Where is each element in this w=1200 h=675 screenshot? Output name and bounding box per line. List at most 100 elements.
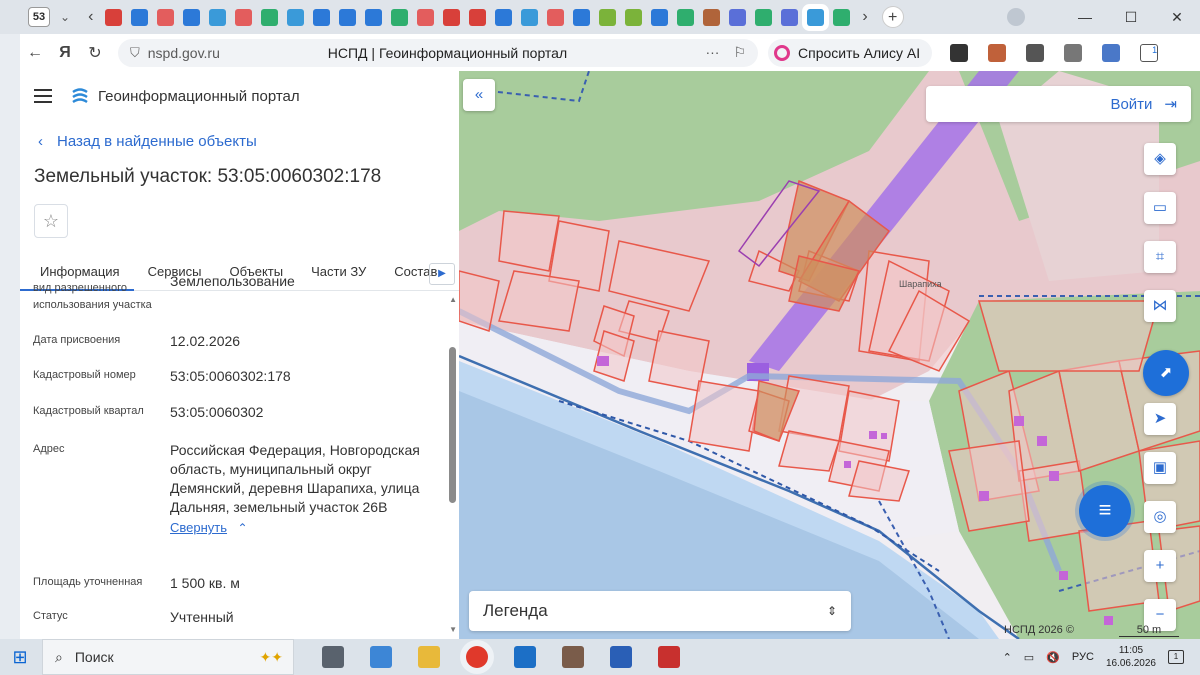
tab-favicon[interactable] — [417, 8, 435, 26]
pdf-icon[interactable] — [658, 646, 680, 668]
tab-favicon[interactable] — [469, 8, 487, 26]
folder-icon[interactable] — [418, 646, 440, 668]
share-icon[interactable]: ⋈ — [1144, 290, 1176, 322]
chevron-left-icon[interactable]: ‹ — [88, 8, 93, 26]
collapse-panel-button[interactable]: « — [463, 79, 495, 111]
login-button[interactable]: Войти ⇥ — [926, 86, 1191, 122]
tab-favicon[interactable] — [521, 8, 539, 26]
yandex-browser-icon[interactable] — [466, 646, 488, 668]
tab-favicon[interactable] — [157, 8, 175, 26]
language-indicator[interactable]: РУС — [1072, 651, 1094, 663]
favorite-star-icon[interactable]: ☆ — [34, 204, 68, 238]
tab-favicon[interactable] — [339, 8, 357, 26]
extension-icons: 1 — [950, 43, 1159, 62]
tab-favicons — [105, 8, 851, 26]
extension-icon[interactable] — [1026, 43, 1045, 62]
tab-favicon[interactable] — [443, 8, 461, 26]
tab-parts[interactable]: Части ЗУ — [297, 257, 380, 291]
zoom-in-icon[interactable]: + — [1144, 550, 1176, 582]
tab-favicon[interactable] — [105, 8, 123, 26]
search-location-icon[interactable]: ◎ — [1144, 501, 1176, 533]
tab-favicon[interactable] — [287, 8, 305, 26]
app-icon[interactable]: ⬈ — [1143, 350, 1189, 396]
tab-favicon[interactable] — [131, 8, 149, 26]
active-tab-favicon[interactable] — [807, 8, 825, 26]
tab-favicon[interactable] — [235, 8, 253, 26]
extension-icon[interactable] — [1102, 43, 1121, 62]
tab-favicon[interactable] — [677, 8, 695, 26]
bookmark-icon[interactable]: ⚐ — [733, 44, 746, 61]
tab-favicon[interactable] — [651, 8, 669, 26]
downloads-icon[interactable]: 1 — [1140, 43, 1159, 62]
tab-favicon[interactable] — [261, 8, 279, 26]
ask-alisa-button[interactable]: Спросить Алису AI — [768, 38, 933, 67]
notifications-icon[interactable]: 1 — [1168, 650, 1184, 664]
tab-favicon[interactable] — [365, 8, 383, 26]
minimize-icon[interactable]: — — [1062, 0, 1108, 34]
reload-icon[interactable]: ↻ — [80, 43, 110, 63]
close-window-icon[interactable]: ✕ — [1154, 0, 1200, 34]
tab-favicon[interactable] — [625, 8, 643, 26]
tab-favicon[interactable] — [833, 8, 851, 26]
profile-avatar-icon[interactable] — [1007, 8, 1025, 26]
scroll-up-icon[interactable]: ▲ — [449, 295, 457, 304]
map-canvas[interactable] — [459, 71, 1200, 639]
clock[interactable]: 11:05 16.06.2026 — [1106, 644, 1156, 670]
prop-label: Кадастровый квартал — [33, 405, 144, 417]
back-arrow-icon[interactable]: ← — [20, 44, 50, 62]
outlook-icon[interactable] — [514, 646, 536, 668]
address-bar-row: ← Я ↻ ⛉ nspd.gov.ru НСПД | Геоинформацио… — [20, 34, 1200, 71]
tab-favicon[interactable] — [755, 8, 773, 26]
menu-icon[interactable] — [34, 89, 52, 103]
tabs-scroll-right-icon[interactable]: ▶ — [429, 263, 455, 285]
chevron-down-icon[interactable]: ⌄ — [60, 10, 70, 24]
windows-start-icon[interactable]: ⊞ — [0, 647, 40, 668]
location-arrow-icon[interactable]: ➤ — [1144, 403, 1176, 435]
chevron-up-icon[interactable]: ⌃ — [237, 521, 247, 535]
layers-icon[interactable]: ◈ — [1144, 143, 1176, 175]
yandex-icon[interactable]: Я — [50, 44, 80, 62]
tab-count-badge[interactable]: 53 — [28, 7, 50, 27]
chat-icon[interactable]: ≡ — [1079, 485, 1131, 537]
tab-favicon[interactable] — [495, 8, 513, 26]
more-icon[interactable]: ··· — [705, 44, 719, 61]
word-icon[interactable] — [610, 646, 632, 668]
tab-favicon[interactable] — [391, 8, 409, 26]
chevron-right-icon[interactable]: › — [862, 8, 867, 26]
extension-icon[interactable] — [988, 43, 1007, 62]
taskbar-search[interactable]: ⌕ Поиск ✦✦ — [42, 639, 294, 675]
tab-favicon[interactable] — [183, 8, 201, 26]
panel-scrollbar[interactable] — [449, 347, 456, 503]
store-icon[interactable] — [370, 646, 392, 668]
collapse-link[interactable]: Свернуть — [170, 520, 227, 535]
collections-icon[interactable] — [1064, 43, 1083, 62]
tab-favicon[interactable] — [729, 8, 747, 26]
tab-favicon[interactable] — [313, 8, 331, 26]
collapse-address[interactable]: Свернуть ⌃ — [170, 519, 422, 537]
url-field[interactable]: ⛉ nspd.gov.ru НСПД | Геоинформационный п… — [118, 38, 758, 67]
tab-favicon[interactable] — [703, 8, 721, 26]
cadastral-map[interactable]: « Войти ⇥ ◈ ▭ ⌗ ⋈ ⬈ ➤ ▣ ◎ + − ≡ Шарапиха… — [459, 71, 1200, 639]
app-icon[interactable] — [562, 646, 584, 668]
minimap-icon[interactable]: ▣ — [1144, 452, 1176, 484]
ruler-icon[interactable]: ▭ — [1144, 192, 1176, 224]
select-area-icon[interactable]: ⌗ — [1144, 241, 1176, 273]
extension-icon[interactable] — [950, 43, 969, 62]
tab-favicon[interactable] — [781, 8, 799, 26]
legend-dropdown[interactable]: Легенда ⇕ — [469, 591, 851, 631]
url-text[interactable]: nspd.gov.ru — [148, 45, 328, 61]
task-view-icon[interactable] — [322, 646, 344, 668]
volume-icon[interactable]: 🔇 — [1046, 651, 1060, 664]
prop-row: Кадастровый квартал 53:05:0060302 — [33, 403, 263, 422]
network-icon[interactable]: ▭ — [1024, 651, 1034, 664]
tab-favicon[interactable] — [209, 8, 227, 26]
tab-favicon[interactable] — [573, 8, 591, 26]
tray-chevron-icon[interactable]: ⌃ — [1003, 651, 1012, 664]
maximize-icon[interactable]: ☐ — [1108, 0, 1154, 34]
back-to-results-link[interactable]: ‹ Назад в найденные объекты — [20, 133, 459, 150]
tab-favicon[interactable] — [599, 8, 617, 26]
new-tab-plus-icon[interactable]: + — [881, 6, 904, 28]
scroll-down-icon[interactable]: ▼ — [449, 625, 457, 634]
tab-favicon[interactable] — [547, 8, 565, 26]
site-info-icon[interactable]: ⛉ — [130, 45, 140, 61]
